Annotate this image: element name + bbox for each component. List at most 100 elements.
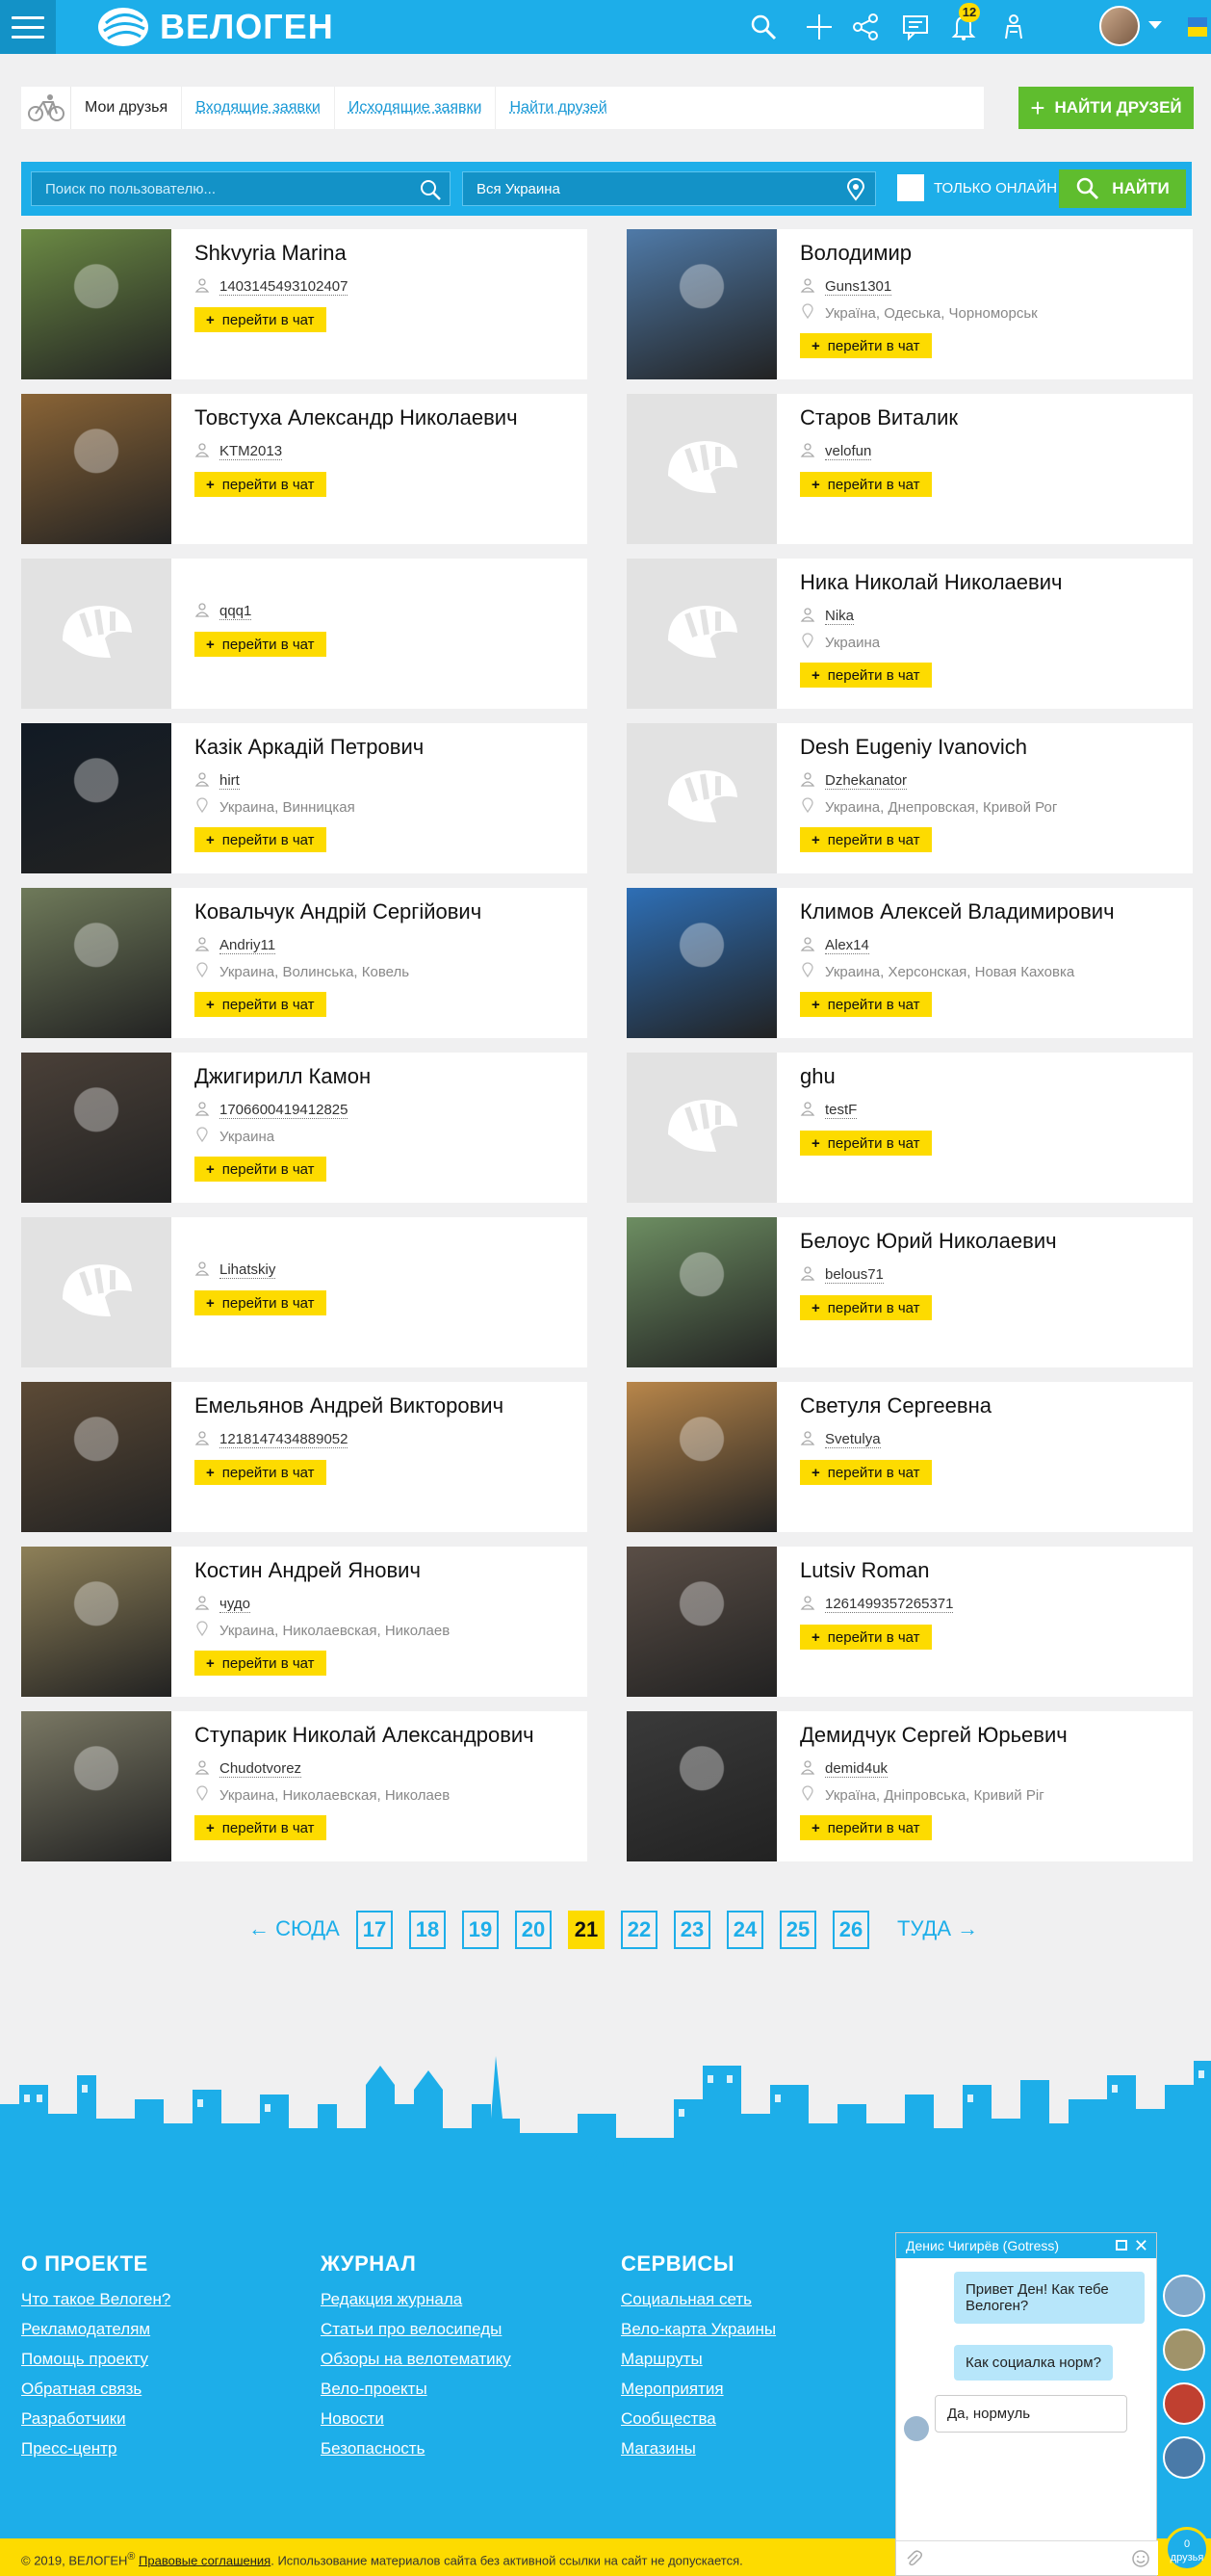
ukraine-flag-icon[interactable] bbox=[1188, 17, 1207, 37]
footer-link[interactable]: Разработчики bbox=[21, 2409, 170, 2429]
friend-name[interactable]: Desh Eugeniy Ivanovich bbox=[800, 735, 1027, 760]
friend-name[interactable]: Костин Андрей Янович bbox=[194, 1558, 421, 1583]
go-to-chat-button[interactable]: + перейти в чат bbox=[800, 1625, 932, 1650]
friend-username[interactable]: Svetulya bbox=[825, 1431, 881, 1448]
friend-username[interactable]: KTM2013 bbox=[219, 443, 283, 460]
friend-username[interactable]: чудо bbox=[219, 1596, 250, 1613]
footer-link[interactable]: Помощь проекту bbox=[21, 2350, 170, 2369]
footer-link[interactable]: Редакция журнала bbox=[321, 2290, 511, 2309]
go-to-chat-button[interactable]: + перейти в чат bbox=[194, 992, 326, 1017]
default-avatar-helmet-icon[interactable] bbox=[627, 394, 777, 544]
footer-link[interactable]: Пресс-центр bbox=[21, 2439, 170, 2459]
default-avatar-helmet-icon[interactable] bbox=[21, 1217, 171, 1367]
friend-photo[interactable] bbox=[627, 888, 777, 1038]
page-link[interactable]: 26 bbox=[833, 1911, 869, 1949]
footer-link[interactable]: Обзоры на велотематику bbox=[321, 2350, 511, 2369]
go-to-chat-button[interactable]: + перейти в чат bbox=[194, 472, 326, 497]
friend-username[interactable]: 1218147434889052 bbox=[219, 1431, 348, 1448]
friend-name[interactable]: Lutsiv Roman bbox=[800, 1558, 930, 1583]
friend-name[interactable]: Shkvyria Marina bbox=[194, 241, 347, 266]
footer-link[interactable]: Магазины bbox=[621, 2439, 776, 2459]
friend-photo[interactable] bbox=[21, 229, 171, 379]
friend-username[interactable]: qqq1 bbox=[219, 603, 252, 620]
friend-name[interactable]: Климов Алексей Владимирович bbox=[800, 899, 1115, 924]
page-link[interactable]: 18 bbox=[409, 1911, 446, 1949]
friend-name[interactable]: Ника Николай Николаевич bbox=[800, 570, 1062, 595]
go-to-chat-button[interactable]: + перейти в чат bbox=[194, 1651, 326, 1676]
chat-input[interactable] bbox=[896, 2540, 1158, 2575]
friend-username[interactable]: Lihatskiy bbox=[219, 1262, 276, 1279]
friend-photo[interactable] bbox=[627, 1382, 777, 1532]
go-to-chat-button[interactable]: + перейти в чат bbox=[194, 307, 326, 332]
footer-link[interactable]: Вело-карта Украины bbox=[621, 2320, 776, 2339]
friend-photo[interactable] bbox=[21, 1547, 171, 1697]
menu-button[interactable] bbox=[0, 0, 56, 54]
default-avatar-helmet-icon[interactable] bbox=[21, 559, 171, 709]
friend-avatar[interactable] bbox=[1163, 2329, 1205, 2371]
go-to-chat-button[interactable]: + перейти в чат bbox=[800, 1460, 932, 1485]
friend-username[interactable]: Nika bbox=[825, 608, 855, 625]
go-to-chat-button[interactable]: + перейти в чат bbox=[800, 472, 932, 497]
current-page[interactable]: 21 bbox=[568, 1911, 605, 1949]
logo-text[interactable]: ВЕЛОГЕН bbox=[160, 8, 334, 46]
go-to-chat-button[interactable]: + перейти в чат bbox=[800, 1131, 932, 1156]
go-to-chat-button[interactable]: + перейти в чат bbox=[194, 1815, 326, 1840]
footer-link[interactable]: Мероприятия bbox=[621, 2380, 776, 2399]
page-link[interactable]: 20 bbox=[515, 1911, 552, 1949]
go-to-chat-button[interactable]: + перейти в чат bbox=[800, 827, 932, 852]
prev-page-link[interactable]: ← СЮДА bbox=[248, 1916, 340, 1941]
friends-online-counter[interactable]: 0 друзья bbox=[1165, 2527, 1209, 2571]
search-icon[interactable] bbox=[749, 13, 778, 41]
friend-username[interactable]: testF bbox=[825, 1102, 858, 1119]
go-to-chat-button[interactable]: + перейти в чат bbox=[800, 992, 932, 1017]
footer-link[interactable]: Статьи про велосипеды bbox=[321, 2320, 511, 2339]
friend-photo[interactable] bbox=[627, 1547, 777, 1697]
friend-name[interactable]: Емельянов Андрей Викторович bbox=[194, 1393, 503, 1418]
friend-photo[interactable] bbox=[21, 1053, 171, 1203]
friend-name[interactable]: Ковальчук Андрій Сергійович bbox=[194, 899, 481, 924]
plus-icon[interactable] bbox=[805, 13, 834, 41]
friend-name[interactable]: Володимир bbox=[800, 241, 912, 266]
friend-name[interactable]: ghu bbox=[800, 1064, 836, 1089]
user-search-input[interactable]: Поиск по пользователю... bbox=[31, 171, 451, 206]
friend-name[interactable]: Товстуха Александр Николаевич bbox=[194, 405, 518, 430]
default-avatar-helmet-icon[interactable] bbox=[627, 723, 777, 873]
default-avatar-helmet-icon[interactable] bbox=[627, 559, 777, 709]
friend-name[interactable]: Светуля Сергеевна bbox=[800, 1393, 992, 1418]
search-icon[interactable] bbox=[419, 178, 442, 201]
tab-outgoing-requests[interactable]: Исходящие заявки bbox=[335, 87, 497, 129]
friend-photo[interactable] bbox=[21, 1382, 171, 1532]
friend-photo[interactable] bbox=[627, 229, 777, 379]
friend-username[interactable]: Guns1301 bbox=[825, 278, 892, 296]
friend-username[interactable]: 1706600419412825 bbox=[219, 1102, 348, 1119]
friend-username[interactable]: Alex14 bbox=[825, 937, 869, 954]
friend-photo[interactable] bbox=[21, 1711, 171, 1861]
friend-name[interactable]: Демидчук Сергей Юрьевич bbox=[800, 1723, 1068, 1748]
messages-icon[interactable] bbox=[901, 13, 930, 41]
attach-icon[interactable] bbox=[904, 2549, 923, 2568]
friend-photo[interactable] bbox=[21, 394, 171, 544]
footer-link[interactable]: Маршруты bbox=[621, 2350, 776, 2369]
go-to-chat-button[interactable]: + перейти в чат bbox=[800, 333, 932, 358]
friend-username[interactable]: Chudotvorez bbox=[219, 1760, 302, 1778]
emoji-icon[interactable] bbox=[1131, 2549, 1150, 2568]
go-to-chat-button[interactable]: + перейти в чат bbox=[800, 663, 932, 688]
online-only-label[interactable]: ТОЛЬКО ОНЛАЙН bbox=[934, 174, 1057, 203]
legal-link[interactable]: Правовые соглашения bbox=[139, 2553, 271, 2567]
friend-photo[interactable] bbox=[21, 888, 171, 1038]
footer-link[interactable]: Вело-проекты bbox=[321, 2380, 511, 2399]
friend-username[interactable]: Dzhekanator bbox=[825, 772, 908, 790]
user-avatar[interactable] bbox=[1099, 6, 1140, 46]
go-to-chat-button[interactable]: + перейти в чат bbox=[194, 1290, 326, 1315]
friend-username[interactable]: belous71 bbox=[825, 1266, 884, 1284]
page-link[interactable]: 17 bbox=[356, 1911, 393, 1949]
friend-username[interactable]: 1261499357265371 bbox=[825, 1596, 954, 1613]
tab-incoming-requests[interactable]: Входящие заявки bbox=[182, 87, 335, 129]
chevron-down-icon[interactable] bbox=[1148, 21, 1162, 29]
find-friends-button[interactable]: + НАЙТИ ДРУЗЕЙ bbox=[1018, 87, 1194, 129]
friend-avatar[interactable] bbox=[1163, 2382, 1205, 2425]
default-avatar-helmet-icon[interactable] bbox=[627, 1053, 777, 1203]
friend-username[interactable]: demid4uk bbox=[825, 1760, 889, 1778]
go-to-chat-button[interactable]: + перейти в чат bbox=[800, 1295, 932, 1320]
region-select[interactable]: Вся Украина bbox=[462, 171, 876, 206]
